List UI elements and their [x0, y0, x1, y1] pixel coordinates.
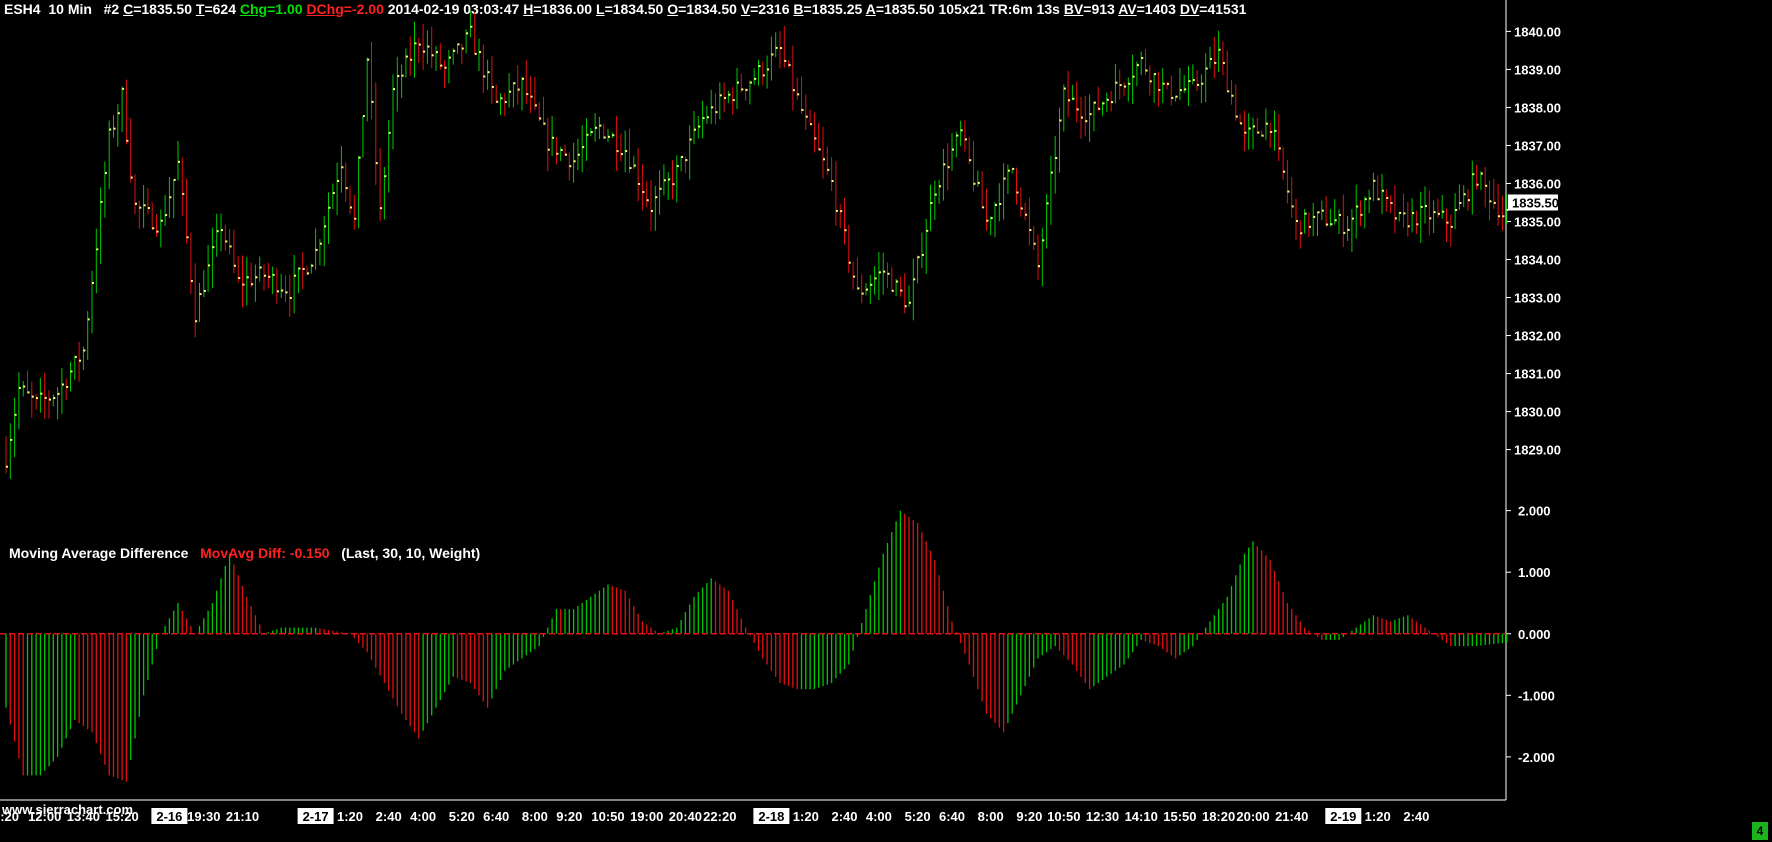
y-tick-label: 1831.00 [1514, 367, 1561, 382]
last-price-label: 1835.50 [1512, 195, 1559, 210]
x-date-label: 2-18 [758, 809, 784, 824]
x-tick-label: 2:40 [831, 809, 857, 824]
x-tick-label: 4:00 [866, 809, 892, 824]
x-tick-label: 10:50 [591, 809, 624, 824]
x-tick-label: 2:40 [1403, 809, 1429, 824]
watermark: www.sierrachart.com [2, 802, 134, 817]
page-indicator[interactable]: 4 [1752, 822, 1768, 840]
y-tick-label: 1837.00 [1514, 138, 1561, 153]
x-tick-label: 9:20 [556, 809, 582, 824]
x-tick-label: 22:20 [703, 809, 736, 824]
x-tick-label: 21:10 [226, 809, 259, 824]
x-date-label: 2-17 [303, 809, 329, 824]
x-tick-label: 6:40 [939, 809, 965, 824]
x-date-label: 2-16 [156, 809, 182, 824]
y-tick-label: 1836.00 [1514, 176, 1561, 191]
osc-y-tick-label: -1.000 [1518, 688, 1555, 703]
y-tick-label: 1834.00 [1514, 253, 1561, 268]
osc-y-tick-label: -2.000 [1518, 750, 1555, 765]
x-tick-label: 19:30 [187, 809, 220, 824]
y-tick-label: 1829.00 [1514, 443, 1561, 458]
x-tick-label: 15:50 [1163, 809, 1196, 824]
x-tick-label: 1:20 [793, 809, 819, 824]
price-chart[interactable]: 1840.00 1839.00 1838.00 1837.00 1836.00 1835.… [0, 0, 1772, 842]
study-value: MovAvg Diff: -0.150 [200, 545, 330, 561]
x-tick-label: 14:10 [1125, 809, 1158, 824]
x-tick-label: 5:20 [449, 809, 475, 824]
x-tick-label: 2:40 [376, 809, 402, 824]
study-params: (Last, 30, 10, Weight) [341, 545, 481, 561]
x-tick-label: 20:40 [669, 809, 702, 824]
y-tick-label: 1830.00 [1514, 405, 1561, 420]
x-date-label: 2-19 [1330, 809, 1356, 824]
x-tick-label: 9:20 [1016, 809, 1042, 824]
y-tick-label: 1833.00 [1514, 291, 1561, 306]
osc-y-tick-label: 1.000 [1518, 565, 1551, 580]
y-tick-label: 1835.00 [1514, 214, 1561, 229]
x-tick-label: 8:00 [978, 809, 1004, 824]
y-tick-label: 1839.00 [1514, 62, 1561, 77]
x-tick-label: 12:30 [1086, 809, 1119, 824]
x-tick-label: 18:20 [1202, 809, 1235, 824]
x-tick-label: 1:20 [1365, 809, 1391, 824]
x-tick-label: 19:00 [630, 809, 663, 824]
x-tick-label: 8:00 [522, 809, 548, 824]
x-tick-label: 1:20 [337, 809, 363, 824]
x-tick-label: 21:40 [1275, 809, 1308, 824]
x-tick-label: 5:20 [905, 809, 931, 824]
x-tick-label: 10:50 [1047, 809, 1080, 824]
x-tick-label: 20:00 [1236, 809, 1269, 824]
y-tick-label: 1832.00 [1514, 329, 1561, 344]
osc-y-tick-label: 2.000 [1518, 504, 1551, 519]
study-name: Moving Average Difference [9, 545, 189, 561]
study-label: Moving Average Difference MovAvg Diff: -… [9, 545, 480, 561]
x-tick-label: 4:00 [410, 809, 436, 824]
y-tick-label: 1838.00 [1514, 100, 1561, 115]
x-tick-label: 6:40 [483, 809, 509, 824]
osc-y-tick-label: 0.000 [1518, 627, 1551, 642]
y-tick-label: 1840.00 [1514, 24, 1561, 39]
